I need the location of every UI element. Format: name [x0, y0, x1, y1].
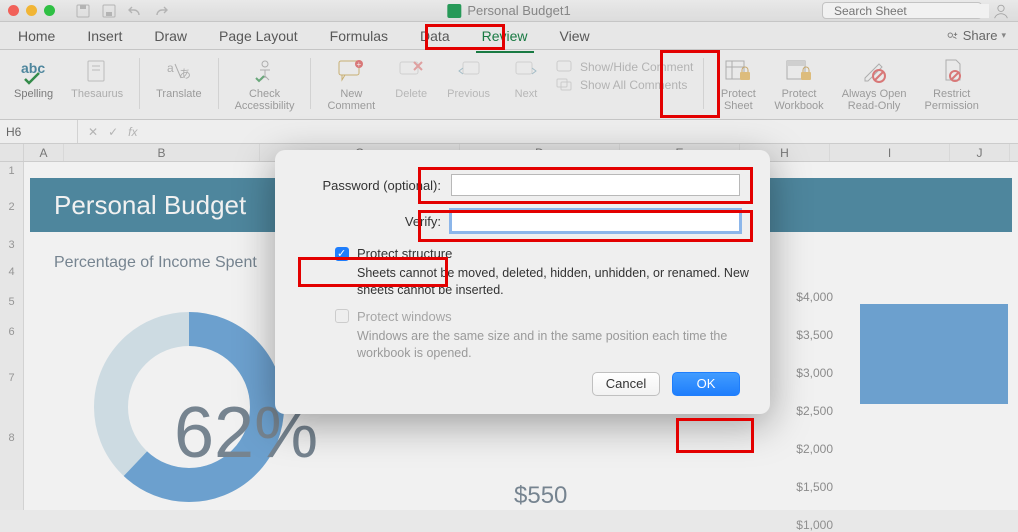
protect-structure-checkbox[interactable]	[335, 247, 349, 261]
password-label: Password (optional):	[305, 178, 441, 193]
verify-input[interactable]	[451, 210, 740, 232]
verify-label: Verify:	[305, 214, 441, 229]
ok-button[interactable]: OK	[672, 372, 740, 396]
protect-structure-desc: Sheets cannot be moved, deleted, hidden,…	[357, 265, 757, 299]
protect-windows-checkbox	[335, 309, 349, 323]
protect-windows-label: Protect windows	[357, 309, 452, 324]
protect-workbook-dialog: Password (optional): Verify: Protect str…	[275, 150, 770, 414]
cancel-button[interactable]: Cancel	[592, 372, 660, 396]
protect-windows-desc: Windows are the same size and in the sam…	[357, 328, 757, 362]
protect-structure-label: Protect structure	[357, 246, 452, 261]
password-input[interactable]	[451, 174, 740, 196]
ylabel-6: $1,000	[796, 518, 833, 532]
